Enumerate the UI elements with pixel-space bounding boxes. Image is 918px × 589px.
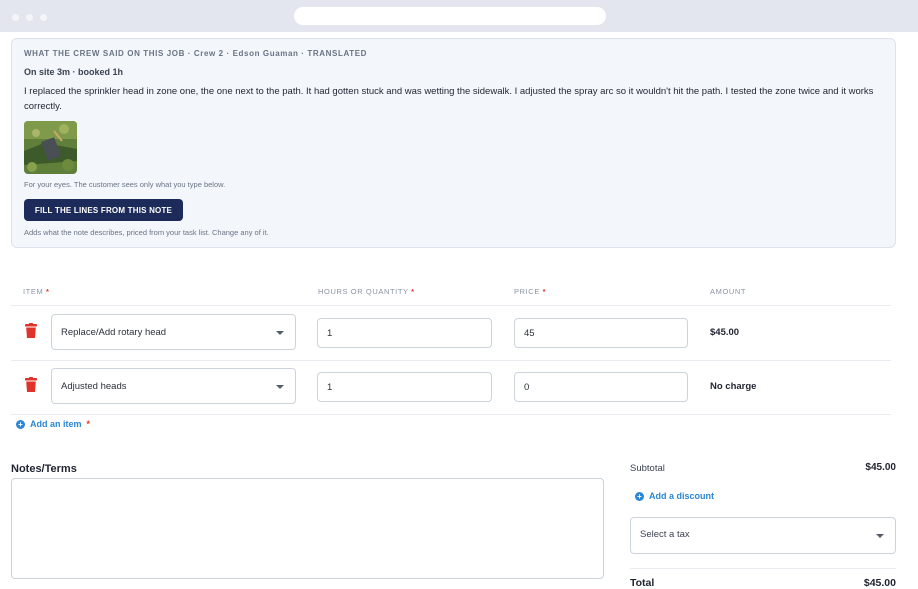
- column-header-quantity-label: HOURS OR QUANTITY: [318, 287, 409, 296]
- line-item-row: Replace/Add rotary head 1 45 $45.00: [0, 306, 918, 360]
- item-select[interactable]: Replace/Add rotary head: [51, 314, 296, 350]
- sprinkler-photo: [24, 121, 77, 174]
- price-input[interactable]: 0: [514, 372, 688, 402]
- address-bar[interactable]: [294, 7, 606, 25]
- column-header-price-label: PRICE: [514, 287, 540, 296]
- total-label: Total: [630, 577, 655, 589]
- browser-chrome: [0, 0, 918, 32]
- crew-note-panel: WHAT THE CREW SAID ON THIS JOB · Crew 2 …: [11, 38, 896, 248]
- crew-note-header: WHAT THE CREW SAID ON THIS JOB · Crew 2 …: [24, 49, 368, 58]
- crew-onsite-time: On site 3m · booked 1h: [24, 67, 124, 77]
- trash-icon[interactable]: [25, 323, 37, 338]
- window-minimize-dot[interactable]: [26, 14, 33, 21]
- line-amount: No charge: [710, 381, 757, 392]
- item-select-value: Replace/Add rotary head: [61, 327, 167, 338]
- add-discount-label: Add a discount: [649, 491, 714, 501]
- tax-select[interactable]: Select a tax: [630, 517, 896, 554]
- required-marker: *: [86, 419, 91, 429]
- chevron-down-icon: [876, 534, 884, 538]
- quantity-input[interactable]: 1: [317, 318, 492, 348]
- window-maximize-dot[interactable]: [40, 14, 47, 21]
- required-marker: *: [411, 287, 415, 296]
- column-header-item-label: ITEM: [23, 287, 44, 296]
- plus-circle-icon: +: [635, 491, 644, 501]
- total-divider: [630, 568, 896, 569]
- required-marker: *: [46, 287, 50, 296]
- add-discount-link[interactable]: + Add a discount: [635, 491, 714, 501]
- crew-note-text: I replaced the sprinkler head in zone on…: [24, 86, 874, 112]
- invoice-editor: WHAT THE CREW SAID ON THIS JOB · Crew 2 …: [0, 32, 918, 589]
- fill-lines-hint: Adds what the note describes, priced fro…: [24, 228, 269, 237]
- crew-photo-thumbnail[interactable]: [24, 121, 77, 174]
- column-header-amount: AMOUNT: [710, 287, 747, 296]
- column-header-quantity: HOURS OR QUANTITY *: [318, 287, 415, 296]
- item-select[interactable]: Adjusted heads: [51, 368, 296, 404]
- notes-terms-textarea[interactable]: [11, 478, 604, 579]
- chevron-down-icon: [276, 331, 284, 335]
- price-input[interactable]: 45: [514, 318, 688, 348]
- trash-icon[interactable]: [25, 377, 37, 392]
- line-item-row: Adjusted heads 1 0 No charge: [0, 360, 918, 414]
- line-amount: $45.00: [710, 327, 740, 338]
- notes-terms-label: Notes/Terms: [11, 463, 77, 475]
- subtotal-value: $45.00: [865, 462, 896, 473]
- table-divider: [11, 414, 891, 415]
- required-marker: *: [542, 287, 547, 296]
- fill-lines-button[interactable]: FILL THE LINES FROM THIS NOTE: [24, 199, 183, 221]
- subtotal-label: Subtotal: [630, 463, 665, 474]
- total-value: $45.00: [863, 577, 896, 589]
- item-select-value: Adjusted heads: [61, 381, 127, 392]
- column-header-item: ITEM *: [23, 287, 50, 296]
- private-note-hint: For your eyes. The customer sees only wh…: [24, 180, 226, 189]
- chevron-down-icon: [276, 385, 284, 389]
- plus-circle-icon: +: [16, 419, 25, 429]
- quantity-input[interactable]: 1: [317, 372, 492, 402]
- add-item-link[interactable]: + Add an item *: [16, 419, 90, 429]
- tax-select-placeholder: Select a tax: [640, 529, 690, 540]
- window-close-dot[interactable]: [12, 14, 19, 21]
- column-header-price: PRICE *: [514, 287, 546, 296]
- add-item-label: Add an item: [30, 419, 82, 429]
